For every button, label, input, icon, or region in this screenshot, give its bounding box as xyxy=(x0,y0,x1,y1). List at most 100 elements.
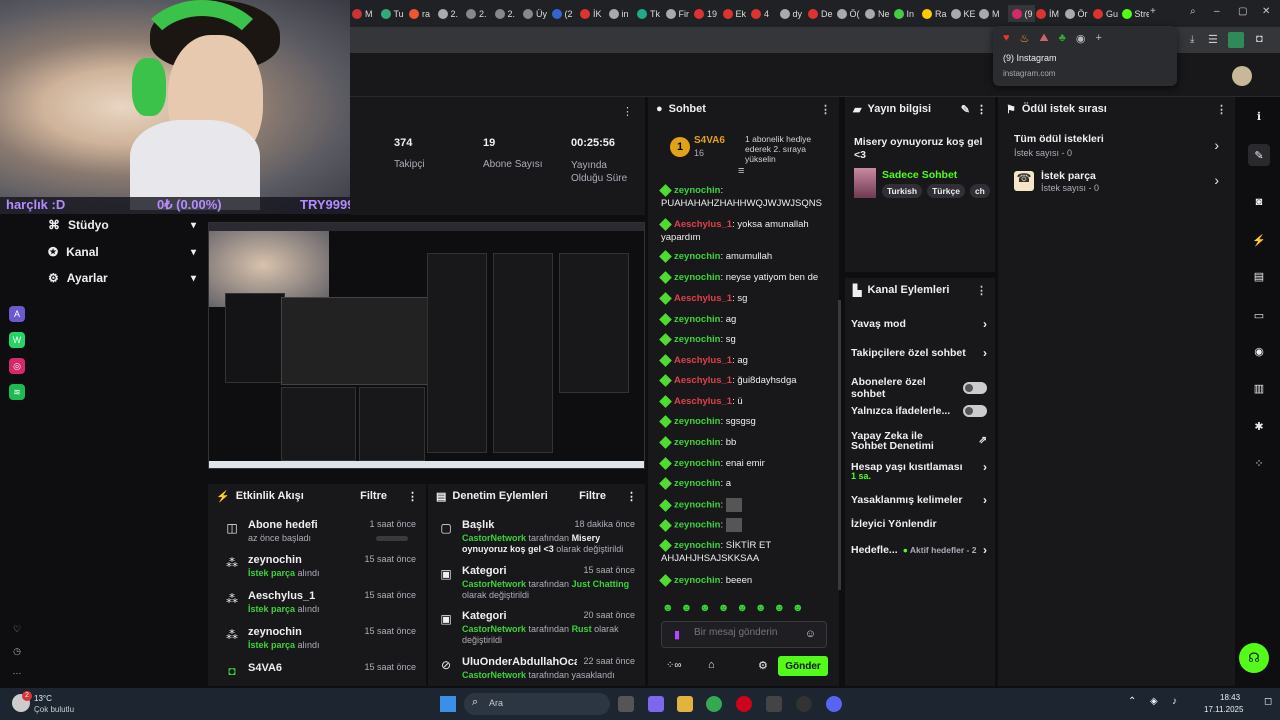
tag[interactable]: Türkçe xyxy=(927,184,965,198)
emote-icon[interactable]: ☻ xyxy=(792,602,804,614)
microphone-icon[interactable]: ▮ xyxy=(674,628,680,641)
browser-tab[interactable]: Tu xyxy=(380,5,408,22)
filter-button[interactable]: Filtre xyxy=(360,490,387,502)
support-icon[interactable]: ☊ xyxy=(1239,643,1269,673)
avatar[interactable] xyxy=(1232,66,1252,86)
pinned-user[interactable]: S4VA6 xyxy=(694,135,725,146)
goals-row[interactable]: Hedefle... ● Aktif hedefler - 2 › xyxy=(851,543,987,557)
taskbar-search[interactable]: ⌕ Ara xyxy=(464,693,610,715)
heart-outline-icon[interactable]: ♡ xyxy=(9,621,25,637)
emoji-icon[interactable]: ☺ xyxy=(805,628,816,640)
tree-icon[interactable]: ♣ xyxy=(1059,32,1066,45)
more-options-icon[interactable]: ⋮ xyxy=(622,105,633,118)
all-rewards-row[interactable]: Tüm ödül istekleri İstek sayısı - 0 › xyxy=(1014,133,1219,163)
history-icon[interactable]: ◷ xyxy=(9,643,25,659)
camera-icon[interactable]: ◙ xyxy=(1251,194,1267,210)
new-tab-icon[interactable]: + xyxy=(1150,6,1156,17)
network-icon[interactable]: ◈ xyxy=(1150,696,1158,707)
store-icon[interactable]: ⌂ xyxy=(708,659,715,671)
emotes-only-toggle[interactable] xyxy=(963,405,987,417)
browser-tab[interactable]: Strea xyxy=(1121,5,1149,22)
collapse-icon[interactable]: ≡ xyxy=(738,165,744,177)
chat-username[interactable]: Aeschylus_1 xyxy=(674,293,732,304)
chat-username[interactable]: zeynochin xyxy=(674,458,720,469)
browser-tab[interactable]: In xyxy=(893,5,921,22)
layout-icon[interactable]: ▥ xyxy=(1251,380,1267,396)
menu-icon[interactable]: ☰ xyxy=(1208,33,1218,46)
file-explorer-icon[interactable] xyxy=(677,696,693,712)
download-icon[interactable]: ⤓ xyxy=(1190,34,1194,45)
emote-icon[interactable]: ☻ xyxy=(718,602,730,614)
browser-tab[interactable]: Ö( xyxy=(836,5,864,22)
spotify-icon[interactable]: ≋ xyxy=(9,384,25,400)
wrench-icon[interactable]: ✱ xyxy=(1251,418,1267,434)
browser-tab[interactable]: 2. xyxy=(466,5,493,22)
chat-username[interactable]: zeynochin xyxy=(674,314,720,325)
windows-start-icon[interactable] xyxy=(440,696,456,712)
gear-icon[interactable]: ⚙ xyxy=(758,659,768,672)
chat-username[interactable]: zeynochin xyxy=(674,575,720,586)
browser-tab[interactable]: 2. xyxy=(437,5,465,22)
chat-username[interactable]: zeynochin xyxy=(674,540,720,551)
profile-icon[interactable]: ◘ xyxy=(1256,33,1263,45)
chat-username[interactable]: zeynochin xyxy=(674,437,720,448)
notification-icon[interactable]: ◻ xyxy=(1264,696,1272,707)
discord-icon[interactable] xyxy=(826,696,842,712)
tag[interactable]: ch xyxy=(969,184,990,198)
chat-username[interactable]: Aeschylus_1 xyxy=(674,355,732,366)
steam-icon[interactable] xyxy=(796,696,812,712)
browser-tab[interactable]: Fir xyxy=(665,5,693,22)
chat-username[interactable]: zeynochin xyxy=(674,334,720,345)
send-button[interactable]: Gönder xyxy=(778,656,828,676)
browser-tab[interactable]: Üy xyxy=(523,5,550,22)
sidebar-item-channel[interactable]: ✪ Kanal ▾ xyxy=(48,245,196,259)
song-request-row[interactable]: ☎ İstek parça İstek sayısı - 0 › xyxy=(1014,170,1219,200)
chat-username[interactable]: Aeschylus_1 xyxy=(674,396,732,407)
browser-tab[interactable]: Ek xyxy=(722,5,750,22)
document-icon[interactable]: ▤ xyxy=(1251,268,1267,284)
browser-tab[interactable]: Gu xyxy=(1093,5,1120,22)
subscribers-only-toggle[interactable] xyxy=(963,382,987,394)
fire-icon[interactable]: ♨ xyxy=(1020,32,1030,45)
chat-username[interactable]: Aeschylus_1 xyxy=(674,375,732,386)
chat-username[interactable]: zeynochin xyxy=(674,478,720,489)
extension-icon[interactable] xyxy=(1228,32,1244,48)
plus-icon[interactable]: + xyxy=(1095,32,1101,45)
browser-tab[interactable]: Ne xyxy=(865,5,892,22)
browser-tab[interactable]: dy xyxy=(779,5,807,22)
opera-icon[interactable] xyxy=(736,696,752,712)
tag[interactable]: Turkish xyxy=(882,184,923,198)
broadcast-icon[interactable]: ◉ xyxy=(1251,343,1267,359)
account-age-row[interactable]: Hesap yaşı kısıtlaması › xyxy=(851,460,987,474)
chat-username[interactable]: zeynochin xyxy=(674,520,720,531)
instagram-icon[interactable]: ◎ xyxy=(9,358,25,374)
slow-mode-row[interactable]: Yavaş mod › xyxy=(851,317,987,331)
browser-tab[interactable]: ra xyxy=(409,5,436,22)
emote-icon[interactable]: ☻ xyxy=(681,602,693,614)
browser-tab[interactable]: İK xyxy=(580,5,607,22)
emote-icon[interactable]: ☻ xyxy=(662,602,674,614)
raid-row[interactable]: İzleyici Yönlendir xyxy=(851,518,987,530)
browser-tab[interactable]: M xyxy=(352,5,379,22)
more-options-icon[interactable]: ⋮ xyxy=(1216,103,1227,116)
emote-icon[interactable]: ☻ xyxy=(773,602,785,614)
emote-icon[interactable]: ☻ xyxy=(755,602,767,614)
browser-tab[interactable]: in xyxy=(608,5,636,22)
browser-tab[interactable]: (2 xyxy=(551,5,579,22)
pencil-icon[interactable]: ✎ xyxy=(961,103,970,116)
whatsapp-icon[interactable]: W xyxy=(9,332,25,348)
app-icon[interactable]: A xyxy=(9,306,25,322)
chat-username[interactable]: zeynochin xyxy=(674,272,720,283)
task-view-icon[interactable] xyxy=(618,696,634,712)
more-options-icon[interactable]: ⋮ xyxy=(407,490,418,503)
pencil-icon[interactable]: ✎ xyxy=(1248,144,1270,166)
maximize-icon[interactable]: ▢ xyxy=(1238,6,1247,17)
browser-tab[interactable]: KE xyxy=(950,5,978,22)
app-icon[interactable] xyxy=(766,696,782,712)
chat-username[interactable]: zeynochin xyxy=(674,500,720,511)
sidebar-item-studio[interactable]: ⌘ Stüdyo ▾ xyxy=(48,218,196,232)
emote-icon[interactable]: ☻ xyxy=(736,602,748,614)
browser-tab[interactable]: M xyxy=(979,5,1006,22)
browser-tab[interactable]: (9 xyxy=(1007,5,1035,22)
recycle-icon[interactable]: ⛰ xyxy=(1039,32,1048,45)
